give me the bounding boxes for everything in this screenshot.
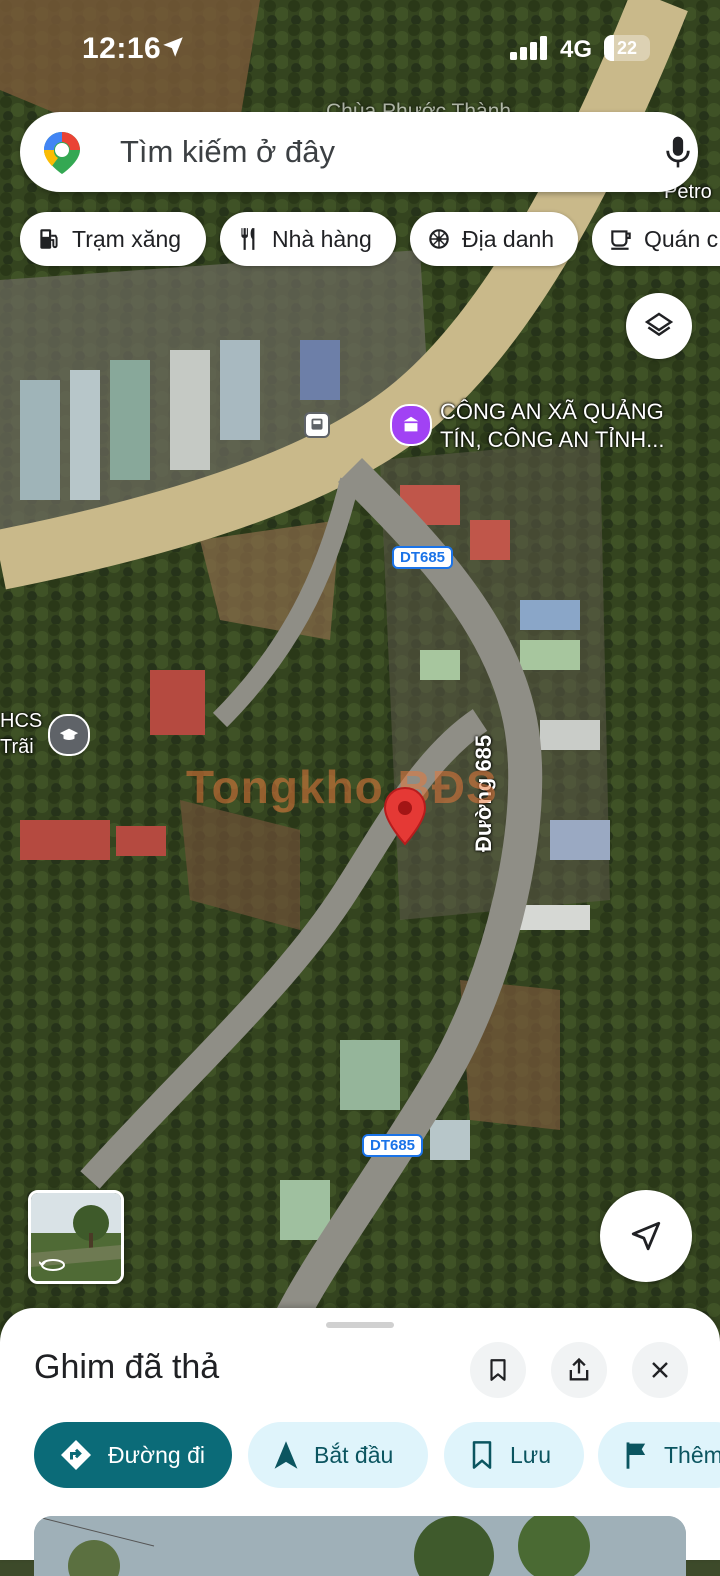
road-shield-dt685-bottom: DT685 [362, 1134, 424, 1157]
road-shield-dt685-top: DT685 [392, 546, 454, 569]
navigation-arrow-icon [274, 1441, 298, 1469]
search-input[interactable]: Tìm kiếm ở đây [120, 134, 335, 170]
layers-icon [644, 312, 674, 337]
microphone-icon[interactable] [662, 134, 694, 170]
coffee-icon [611, 230, 631, 250]
bookmark-icon [472, 1441, 492, 1469]
landmark-icon [429, 229, 449, 249]
chip-gas-station-label: Trạm xăng [72, 225, 182, 252]
more-label: Thêm [664, 1441, 720, 1468]
layers-button[interactable] [626, 293, 692, 359]
graduation-cap-icon [59, 728, 79, 741]
share-button[interactable] [551, 1342, 607, 1398]
google-maps-pin-icon [44, 132, 80, 174]
bus-stop-icon[interactable] [304, 412, 330, 438]
close-icon [652, 1362, 668, 1378]
directions-icon [61, 1440, 91, 1470]
search-bar[interactable]: Tìm kiếm ở đây [20, 112, 698, 192]
cellular-signal-icon [510, 36, 547, 60]
chip-landmark[interactable]: Địa danh [410, 212, 578, 266]
rotate-360-icon [39, 1259, 65, 1271]
status-time: 12:16 [82, 32, 162, 65]
start-label: Bắt đầu [314, 1441, 394, 1468]
start-button[interactable]: Bắt đầu [248, 1422, 428, 1488]
bookmark-icon [490, 1359, 506, 1381]
place-photo-preview[interactable] [34, 1516, 686, 1576]
dropped-pin-marker[interactable] [383, 786, 427, 846]
battery-percent: 22 [616, 38, 638, 58]
category-chips: Trạm xăng Nhà hàng Địa danh Quán c [20, 212, 720, 268]
sheet-title: Ghim đã thả [34, 1348, 220, 1386]
chip-landmark-label: Địa danh [462, 225, 555, 252]
restaurant-icon [241, 228, 255, 250]
place-bottom-sheet[interactable]: Ghim đã thả Đường đi Bắt đầu Lưu Thêm [0, 1308, 720, 1576]
chip-restaurant-label: Nhà hàng [272, 225, 372, 252]
directions-button[interactable]: Đường đi [34, 1422, 232, 1488]
chip-coffee-label: Quán c [644, 225, 719, 252]
red-pin-icon [383, 786, 427, 846]
navigation-arrow-icon [631, 1221, 661, 1251]
network-type: 4G [560, 36, 593, 63]
my-location-button[interactable] [600, 1190, 692, 1282]
save-button[interactable]: Lưu [444, 1422, 584, 1488]
more-button[interactable]: Thêm [598, 1422, 720, 1488]
close-button[interactable] [632, 1342, 688, 1398]
flag-icon [626, 1442, 646, 1469]
directions-label: Đường đi [108, 1441, 205, 1468]
watermark: Tongkho BĐS [186, 761, 498, 813]
save-icon-button[interactable] [470, 1342, 526, 1398]
battery-indicator: 22 [604, 35, 650, 61]
chip-restaurant[interactable]: Nhà hàng [220, 212, 396, 266]
police-poi-marker[interactable] [390, 404, 432, 446]
chip-gas-station[interactable]: Trạm xăng [20, 212, 206, 266]
status-bar: 12:16 4G 22 [0, 0, 720, 100]
gas-station-icon [40, 229, 58, 249]
school-poi-marker[interactable] [48, 714, 90, 756]
street-view-thumbnail[interactable] [28, 1190, 124, 1284]
location-arrow-icon [163, 37, 183, 57]
action-buttons-row: Đường đi Bắt đầu Lưu Thêm [0, 1422, 720, 1490]
share-icon [569, 1357, 589, 1381]
police-poi-label[interactable]: CÔNG AN XÃ QUẢNG TÍN, CÔNG AN TỈNH... [440, 398, 690, 454]
school-poi-label[interactable]: HCS Trãi [0, 708, 44, 760]
police-station-icon [403, 416, 419, 432]
save-label: Lưu [510, 1441, 551, 1468]
sheet-drag-handle[interactable] [326, 1322, 394, 1328]
chip-coffee[interactable]: Quán c [592, 212, 720, 266]
